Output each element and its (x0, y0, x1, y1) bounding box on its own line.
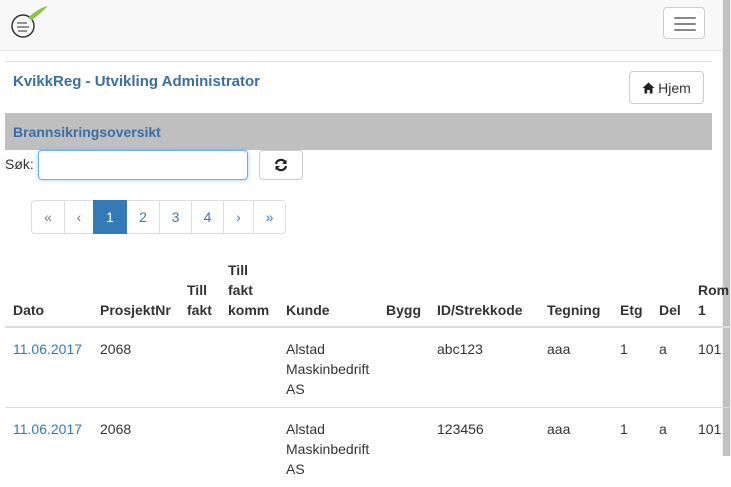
cell-prosjektnr: 2068 (92, 327, 179, 408)
menu-toggle-button[interactable] (663, 7, 705, 39)
page-1[interactable]: 1 (93, 200, 127, 234)
cell-till-fakt-komm (220, 327, 278, 408)
refresh-icon (274, 158, 288, 172)
cell-rom: 101 (690, 327, 731, 408)
table-header-row: Dato ProsjektNr Till fakt Till fakt komm… (5, 256, 731, 327)
date-link[interactable]: 11.06.2017 (13, 421, 82, 437)
page-4[interactable]: 4 (191, 200, 224, 234)
cell-id-strekkode: 123456 (429, 408, 539, 487)
cell-del: a (651, 327, 690, 408)
cell-dato: 11.06.2017 (5, 327, 92, 408)
section-header: Brannsikringsoversikt (5, 113, 712, 150)
search-label: Søk: (5, 156, 34, 172)
page-first[interactable]: « (31, 200, 65, 234)
cell-kunde: Alstad Maskinbedrift AS (278, 408, 378, 487)
column-header-till-fakt[interactable]: Till fakt (179, 256, 220, 327)
cell-etg: 1 (612, 408, 651, 487)
page-prev[interactable]: ‹ (64, 200, 94, 234)
divider (5, 61, 712, 62)
cell-till-fakt-komm (220, 408, 278, 487)
home-icon (642, 82, 655, 94)
navbar (0, 0, 722, 51)
cell-etg: 1 (612, 327, 651, 408)
page-next[interactable]: › (223, 200, 254, 234)
column-header-till-fakt-komm[interactable]: Till fakt komm (220, 256, 278, 327)
hamburger-menu-icon (674, 17, 696, 19)
column-header-kunde[interactable]: Kunde (278, 256, 378, 327)
cell-till-fakt (179, 327, 220, 408)
page-last[interactable]: » (253, 200, 286, 234)
column-header-bygg[interactable]: Bygg (378, 256, 429, 327)
cell-tegning: aaa (539, 408, 612, 487)
column-header-tegning[interactable]: Tegning (539, 256, 612, 327)
hamburger-menu-icon-bar (674, 29, 696, 31)
home-button[interactable]: Hjem (629, 71, 704, 104)
column-header-del[interactable]: Del (651, 256, 690, 327)
date-link[interactable]: 11.06.2017 (13, 341, 82, 357)
cell-dato: 11.06.2017 (5, 408, 92, 487)
column-header-dato[interactable]: Dato (5, 256, 92, 327)
cell-bygg (378, 327, 429, 408)
column-header-etg[interactable]: Etg (612, 256, 651, 327)
cell-bygg (378, 408, 429, 487)
pagination: « ‹ 1 2 3 4 › » (31, 200, 286, 234)
page-2[interactable]: 2 (126, 200, 160, 234)
section-title: Brannsikringsoversikt (13, 124, 161, 140)
feather-logo-icon[interactable] (8, 4, 50, 40)
cell-prosjektnr: 2068 (92, 408, 179, 487)
hamburger-menu-icon-bar (674, 23, 696, 25)
data-table: Dato ProsjektNr Till fakt Till fakt komm… (5, 256, 731, 487)
cell-del: a (651, 408, 690, 487)
cell-id-strekkode: abc123 (429, 327, 539, 408)
refresh-button[interactable] (259, 150, 303, 180)
column-header-rom[interactable]: Rom 1 (690, 256, 731, 327)
table-row: 11.06.2017 2068 Alstad Maskinbedrift AS … (5, 327, 731, 408)
cell-till-fakt (179, 408, 220, 487)
home-button-label: Hjem (658, 80, 691, 96)
cell-rom: 101 (690, 408, 731, 487)
page-3[interactable]: 3 (159, 200, 192, 234)
app-title: KvikkReg - Utvikling Administrator (13, 73, 260, 90)
cell-kunde: Alstad Maskinbedrift AS (278, 327, 378, 408)
table-row: 11.06.2017 2068 Alstad Maskinbedrift AS … (5, 408, 731, 487)
column-header-prosjektnr[interactable]: ProsjektNr (92, 256, 179, 327)
search-input[interactable] (38, 150, 248, 180)
cell-tegning: aaa (539, 327, 612, 408)
column-header-id-strekkode[interactable]: ID/Strekkode (429, 256, 539, 327)
